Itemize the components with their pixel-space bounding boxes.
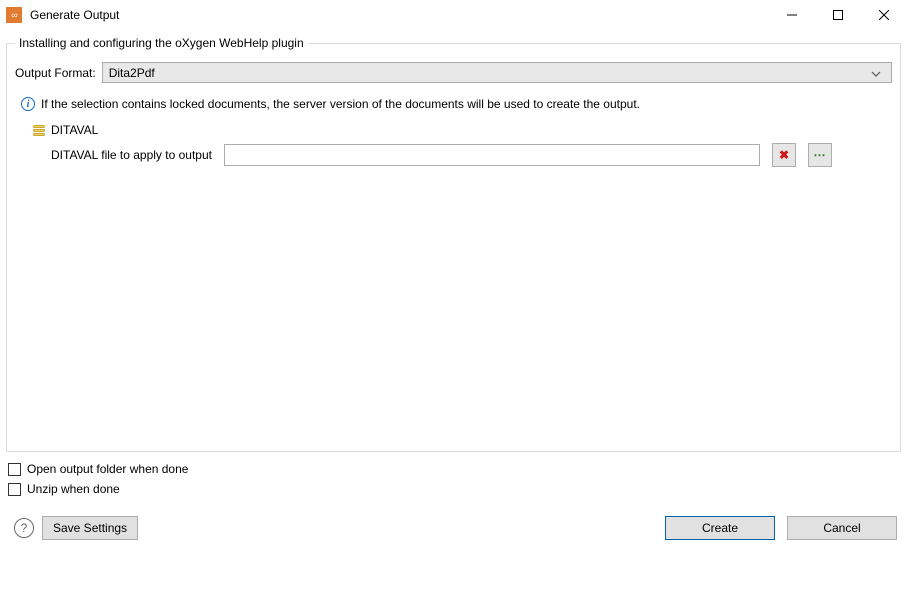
open-output-folder-checkbox[interactable] — [8, 463, 21, 476]
plugin-legend: Installing and configuring the oXygen We… — [15, 36, 308, 50]
close-icon — [879, 10, 889, 20]
ditaval-file-row: DITAVAL file to apply to output ✖ ⋯ — [51, 143, 892, 167]
ditaval-field-label: DITAVAL file to apply to output — [51, 148, 212, 162]
cancel-button[interactable]: Cancel — [787, 516, 897, 540]
ditaval-group-label: DITAVAL — [51, 123, 98, 137]
output-format-label: Output Format: — [15, 66, 96, 80]
help-icon: ? — [21, 521, 28, 535]
cancel-label: Cancel — [823, 521, 860, 535]
ditaval-file-input[interactable] — [224, 144, 760, 166]
ditaval-header: DITAVAL — [33, 123, 892, 137]
unzip-when-done-row: Unzip when done — [8, 482, 901, 496]
maximize-icon — [833, 10, 843, 20]
ditaval-group: DITAVAL DITAVAL file to apply to output … — [33, 123, 892, 167]
unzip-when-done-checkbox[interactable] — [8, 483, 21, 496]
minimize-button[interactable] — [769, 0, 815, 29]
open-output-folder-label: Open output folder when done — [27, 462, 188, 476]
info-text: If the selection contains locked documen… — [41, 97, 640, 111]
output-format-value: Dita2Pdf — [109, 66, 867, 80]
chevron-down-icon — [867, 66, 885, 80]
footer-row: ? Save Settings Create Cancel — [14, 516, 897, 540]
ditaval-icon — [33, 125, 45, 136]
maximize-button[interactable] — [815, 0, 861, 29]
window-controls — [769, 0, 907, 29]
output-format-row: Output Format: Dita2Pdf — [15, 62, 892, 83]
save-settings-label: Save Settings — [53, 521, 127, 535]
create-label: Create — [702, 521, 738, 535]
options-area: Open output folder when done Unzip when … — [6, 462, 901, 496]
window-title: Generate Output — [30, 8, 769, 22]
open-output-folder-row: Open output folder when done — [8, 462, 901, 476]
dialog-body: Installing and configuring the oXygen We… — [0, 36, 907, 540]
app-icon: ∞ — [6, 7, 22, 23]
help-button[interactable]: ? — [14, 518, 34, 538]
app-icon-glyph: ∞ — [11, 10, 16, 20]
ditaval-clear-button[interactable]: ✖ — [772, 143, 796, 167]
save-settings-button[interactable]: Save Settings — [42, 516, 138, 540]
minimize-icon — [787, 10, 797, 20]
output-format-select[interactable]: Dita2Pdf — [102, 62, 892, 83]
x-icon: ✖ — [779, 148, 789, 162]
unzip-when-done-label: Unzip when done — [27, 482, 120, 496]
ditaval-browse-button[interactable]: ⋯ — [808, 143, 832, 167]
ellipsis-icon: ⋯ — [813, 148, 826, 162]
info-row: i If the selection contains locked docum… — [21, 97, 892, 111]
titlebar: ∞ Generate Output — [0, 0, 907, 30]
info-icon: i — [21, 97, 35, 111]
plugin-group: Installing and configuring the oXygen We… — [6, 36, 901, 452]
close-button[interactable] — [861, 0, 907, 29]
create-button[interactable]: Create — [665, 516, 775, 540]
